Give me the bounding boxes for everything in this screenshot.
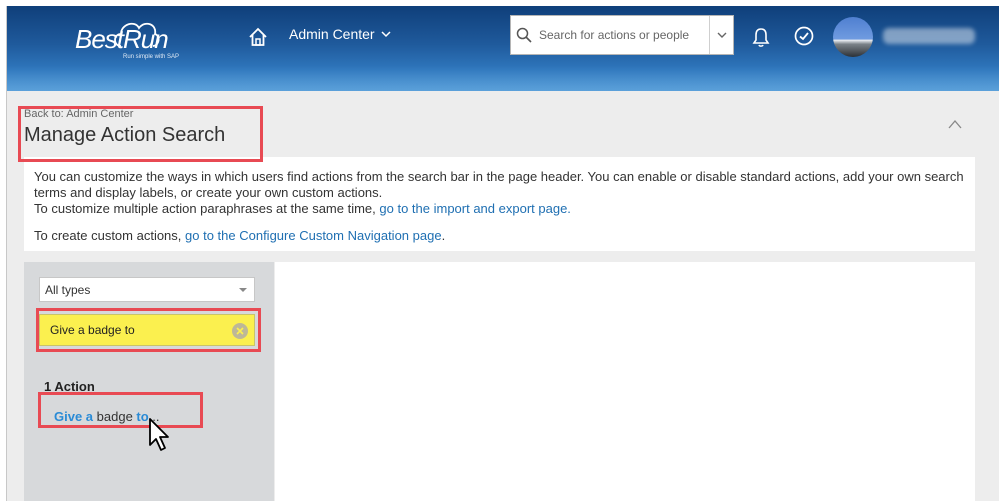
checkmark-circle-icon[interactable] bbox=[793, 25, 815, 47]
mouse-pointer-icon bbox=[149, 418, 169, 451]
admin-center-label: Admin Center bbox=[289, 26, 375, 42]
chevron-up-icon[interactable] bbox=[947, 118, 963, 130]
home-icon[interactable] bbox=[247, 26, 269, 48]
company-logo[interactable]: BestRun Run simple with SAP bbox=[73, 18, 179, 60]
search-input[interactable] bbox=[537, 16, 709, 54]
logo-text: BestRun bbox=[75, 24, 169, 54]
logo-tagline: Run simple with SAP bbox=[123, 54, 180, 60]
search-scope-dropdown[interactable] bbox=[709, 16, 733, 54]
admin-center-menu[interactable]: Admin Center bbox=[289, 26, 392, 42]
action-detail-panel bbox=[275, 262, 975, 501]
global-search[interactable] bbox=[510, 15, 734, 55]
action-list-panel: All types 1 Action Give a badge to... bbox=[24, 262, 274, 501]
chevron-down-icon bbox=[717, 32, 726, 38]
header-shade bbox=[7, 66, 999, 91]
chevron-down-icon bbox=[232, 278, 254, 301]
user-name-blurred[interactable] bbox=[883, 28, 975, 44]
type-filter-select[interactable]: All types bbox=[39, 277, 255, 302]
annotation-result-box bbox=[38, 392, 203, 428]
shell-header: BestRun Run simple with SAP Admin Center bbox=[7, 6, 999, 91]
description-panel: You can customize the ways in which user… bbox=[24, 157, 975, 251]
import-export-line: To customize multiple action paraphrases… bbox=[34, 201, 571, 216]
annotation-title-box bbox=[18, 106, 263, 162]
bell-icon[interactable] bbox=[751, 26, 771, 48]
annotation-filter-box bbox=[36, 308, 261, 352]
chevron-down-icon bbox=[381, 31, 391, 38]
app-window: BestRun Run simple with SAP Admin Center bbox=[6, 6, 999, 501]
configure-custom-navigation-link[interactable]: go to the Configure Custom Navigation pa… bbox=[185, 228, 442, 243]
type-filter-value: All types bbox=[45, 282, 91, 297]
custom-nav-line: To create custom actions, go to the Conf… bbox=[34, 228, 446, 243]
import-export-link[interactable]: go to the import and export page. bbox=[379, 201, 571, 216]
description-text: You can customize the ways in which user… bbox=[34, 169, 964, 200]
search-icon bbox=[511, 16, 537, 54]
avatar[interactable] bbox=[833, 17, 873, 57]
